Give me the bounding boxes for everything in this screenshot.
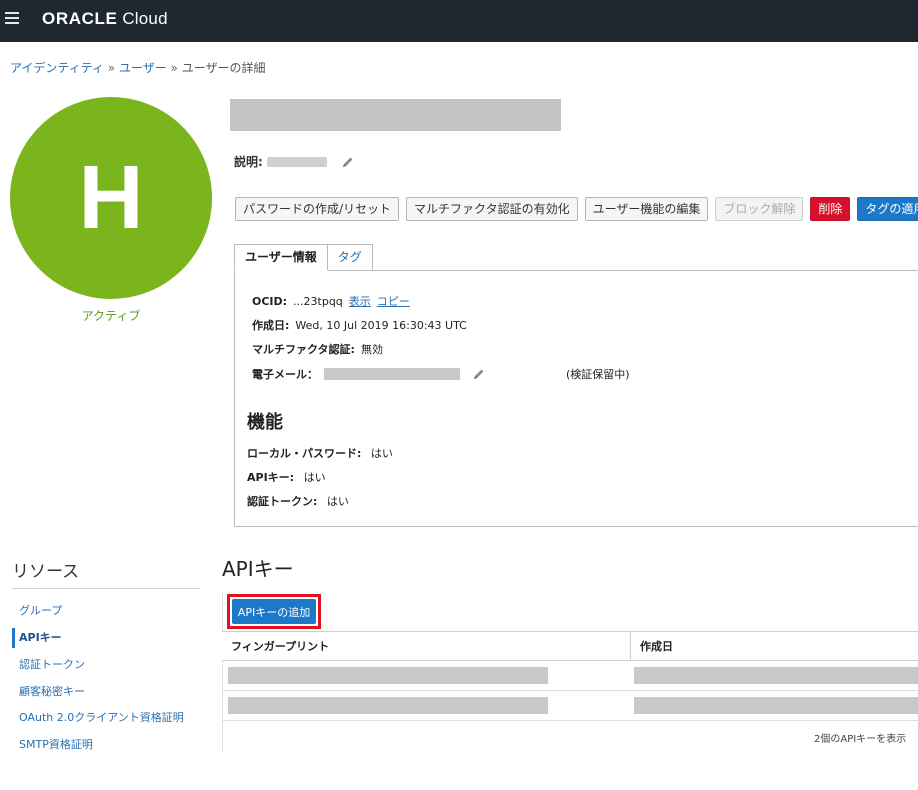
add-api-key-button[interactable]: APIキーの追加 [232, 599, 316, 624]
breadcrumb: アイデンティティ » ユーザー » ユーザーの詳細 [10, 61, 266, 75]
user-name-redacted [230, 99, 561, 131]
details-tabs: ユーザー情報 タグ [234, 244, 373, 271]
email-redacted [324, 368, 460, 380]
copy-ocid-link[interactable]: コピー [377, 293, 410, 309]
api-keys-count: 2個のAPIキーを表示 [814, 734, 907, 745]
created-row: 作成日: Wed, 10 Jul 2019 16:30:43 UTC [252, 318, 467, 333]
user-status: アクティブ [81, 309, 141, 323]
breadcrumb-identity[interactable]: アイデンティティ [10, 61, 104, 75]
delete-button[interactable]: 削除 [810, 197, 851, 221]
add-api-key-highlight: APIキーの追加 [227, 594, 321, 629]
email-verification-status: (検証保留中) [566, 368, 630, 381]
resources-divider [12, 588, 200, 589]
api-key-capability-row: APIキー: はい [247, 471, 326, 484]
table-row [222, 691, 918, 721]
resources-title: リソース [12, 562, 80, 582]
ocid-value: ...23tpqq [293, 294, 343, 308]
tab-tags[interactable]: タグ [327, 244, 373, 271]
sidebar-item-groups[interactable]: グループ [12, 601, 202, 621]
auth-token-capability-row: 認証トークン: はい [247, 495, 349, 508]
mfa-row: マルチファクタ認証: 無効 [252, 343, 383, 356]
oracle-cloud-logo[interactable]: ORACLE Cloud [42, 9, 168, 29]
fingerprint-redacted [228, 697, 548, 714]
created-redacted [634, 667, 918, 684]
created-value: Wed, 10 Jul 2019 16:30:43 UTC [295, 318, 467, 332]
column-created[interactable]: 作成日 [630, 632, 918, 661]
email-row: 電子メール： (検証保留中) [252, 367, 630, 381]
table-header: フィンガープリント 作成日 [222, 631, 918, 661]
edit-user-capabilities-button[interactable]: ユーザー機能の編集 [584, 197, 709, 221]
apply-tags-button[interactable]: タグの適用 [857, 197, 918, 221]
sidebar-item-customer-secret-keys[interactable]: 顧客秘密キー [12, 682, 202, 702]
description-label: 説明: [234, 155, 263, 169]
unblock-button: ブロック解除 [715, 197, 804, 221]
edit-email-pencil-icon[interactable] [472, 367, 486, 381]
tab-user-info[interactable]: ユーザー情報 [234, 244, 328, 271]
capabilities-title: 機能 [247, 412, 283, 433]
column-fingerprint[interactable]: フィンガープリント [222, 632, 329, 661]
menu-icon[interactable] [5, 12, 19, 24]
description-row: 説明: [234, 153, 355, 170]
ocid-row: OCID: ...23tpqq 表示 コピー [252, 293, 410, 309]
breadcrumb-current: ユーザーの詳細 [181, 61, 266, 75]
api-keys-table: フィンガープリント 作成日 [222, 631, 918, 721]
sidebar-item-smtp-credentials[interactable]: SMTP資格証明 [12, 735, 202, 755]
user-actions-toolbar: パスワードの作成/リセット マルチファクタ認証の有効化 ユーザー機能の編集 ブロ… [235, 197, 918, 221]
table-row [222, 661, 918, 691]
sidebar-item-api-keys[interactable]: APIキー [12, 628, 202, 648]
description-redacted [266, 156, 327, 167]
user-avatar: H [10, 97, 212, 299]
enable-mfa-button[interactable]: マルチファクタ認証の有効化 [406, 197, 578, 221]
user-info-panel: OCID: ...23tpqq 表示 コピー 作成日: Wed, 10 Jul … [234, 270, 918, 527]
breadcrumb-users[interactable]: ユーザー [119, 61, 167, 75]
avatar-letter: H [78, 148, 144, 248]
sidebar-item-oauth-credentials[interactable]: OAuth 2.0クライアント資格証明 [12, 708, 202, 728]
api-keys-title: APIキー [222, 557, 294, 581]
sidebar-item-auth-tokens[interactable]: 認証トークン [12, 655, 202, 675]
mfa-value: 無効 [360, 343, 383, 356]
edit-description-pencil-icon[interactable] [341, 155, 355, 169]
show-ocid-link[interactable]: 表示 [349, 293, 371, 309]
top-navigation-bar: ORACLE Cloud [0, 0, 918, 42]
local-password-row: ローカル・パスワード: はい [247, 447, 393, 460]
fingerprint-redacted [228, 667, 548, 684]
created-redacted [634, 697, 918, 714]
create-reset-password-button[interactable]: パスワードの作成/リセット [235, 197, 400, 221]
